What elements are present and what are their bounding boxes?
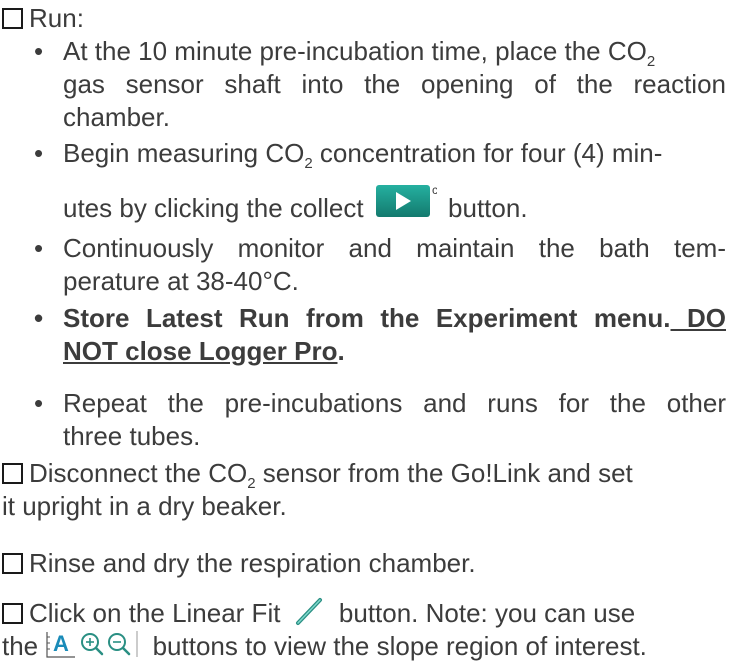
run-step-2-line-2: utes by clicking the collect c button. bbox=[63, 183, 528, 223]
zoom-out-icon[interactable] bbox=[108, 633, 131, 656]
play-icon: c bbox=[375, 183, 438, 217]
autoscale-icon[interactable]: A bbox=[46, 631, 76, 658]
svg-text:A: A bbox=[53, 631, 69, 656]
checkbox-icon[interactable] bbox=[2, 603, 23, 624]
linear-fit-icon bbox=[295, 598, 322, 625]
run-step-2-line-1: Begin measuring CO2 concentration for fo… bbox=[63, 138, 663, 172]
linear-fit-step-line-2: the A buttons to view the slope region o… bbox=[2, 629, 647, 667]
zoom-in-icon[interactable] bbox=[81, 633, 104, 656]
run-step-4-line-1: Store Latest Run from the Experiment men… bbox=[63, 303, 726, 333]
disconnect-step-line-1: Disconnect the CO2 sensor from the Go!Li… bbox=[2, 457, 633, 491]
run-step-5-line-1: Repeat the pre-incubations and runs for … bbox=[63, 388, 726, 418]
checkbox-icon[interactable] bbox=[2, 8, 23, 29]
bullet-icon: • bbox=[34, 303, 44, 333]
bullet-icon: • bbox=[34, 138, 44, 168]
disconnect-step-line-2: it upright in a dry beaker. bbox=[2, 491, 287, 521]
bullet-icon: • bbox=[34, 36, 44, 66]
collect-button[interactable]: c bbox=[375, 183, 438, 222]
run-step-3-line-2: perature at 38-40°C. bbox=[63, 266, 299, 296]
run-heading: Run: bbox=[29, 3, 84, 33]
checkbox-icon[interactable] bbox=[2, 553, 23, 574]
zoom-buttons: A bbox=[45, 629, 145, 667]
linear-fit-button[interactable] bbox=[292, 596, 328, 626]
svg-text:c: c bbox=[432, 184, 437, 197]
linear-fit-step-line-1: Click on the Linear Fit button. Note: yo… bbox=[2, 596, 635, 630]
run-step-3-line-1: Continuously monitor and maintain the ba… bbox=[63, 233, 726, 263]
checkbox-icon[interactable] bbox=[2, 463, 23, 484]
run-step-1-line-3: chamber. bbox=[63, 102, 170, 132]
instruction-page: Run: • At the 10 minute pre-incubation t… bbox=[0, 0, 732, 663]
run-heading-row: Run: bbox=[2, 2, 84, 35]
run-step-4-line-2: NOT close Logger Pro. bbox=[63, 336, 345, 366]
run-step-1-line-1: At the 10 minute pre-incubation time, pl… bbox=[63, 36, 656, 70]
bullet-icon: • bbox=[34, 233, 44, 263]
run-step-1-line-2: gas sensor shaft into the opening of the… bbox=[63, 69, 726, 99]
rinse-step: Rinse and dry the respiration chamber. bbox=[2, 547, 476, 580]
bullet-icon: • bbox=[34, 388, 44, 418]
run-step-5-line-2: three tubes. bbox=[63, 421, 201, 451]
